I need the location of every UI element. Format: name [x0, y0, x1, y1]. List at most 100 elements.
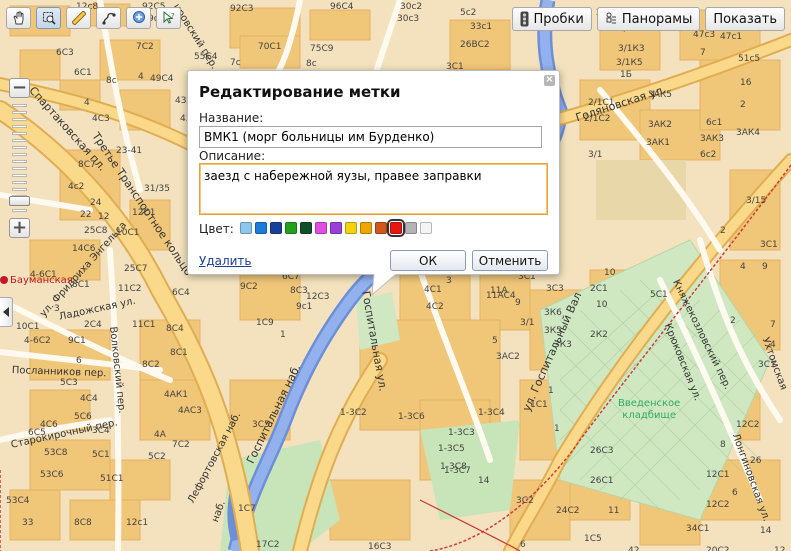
color-swatch[interactable] [375, 222, 387, 234]
building-number: 53С6 [40, 470, 64, 480]
add-placemark-tool-button[interactable] [126, 7, 151, 29]
building-number: 5С2 [148, 452, 166, 462]
color-swatch[interactable] [360, 222, 372, 234]
magnifier-icon [42, 12, 56, 25]
svg-text:?: ? [171, 12, 175, 20]
building-number: 1-3С4 [478, 408, 505, 418]
close-icon[interactable]: × [544, 75, 555, 86]
building-number: 1 [554, 424, 560, 434]
building-number: 3/1 [588, 150, 603, 160]
building-number: 1-3С5 [438, 444, 465, 454]
building-number: 4-6С1 [30, 270, 57, 280]
show-button[interactable]: Показать [705, 7, 785, 31]
route-tool-button[interactable] [96, 7, 121, 29]
color-swatch[interactable] [255, 222, 267, 234]
color-swatch[interactable] [345, 222, 357, 234]
building-number: 26С1 [590, 476, 614, 486]
zoom-out-button[interactable]: − [9, 78, 30, 98]
building-number: 5С3 [60, 378, 78, 388]
building-number: 2 [720, 226, 726, 236]
color-swatch[interactable] [405, 222, 417, 234]
name-field[interactable]: ВМК1 (морг больницы им Бурденко) [199, 126, 542, 148]
show-button-label: Показать [713, 11, 777, 27]
building-number: 31/35 [144, 184, 170, 194]
building-number: 1С7 [238, 504, 256, 514]
side-panel-toggle[interactable] [0, 297, 13, 327]
building-number: 6с1 [706, 118, 723, 128]
building-number: 8С4 [166, 324, 184, 334]
building-number: 33с1 [470, 22, 493, 32]
building-number: 6С3 [56, 48, 74, 58]
building-number: 12 [98, 212, 110, 222]
description-field[interactable]: заезд с набережной яузы, правее заправки [199, 163, 548, 215]
building-number: 10 [604, 268, 616, 278]
ok-button[interactable]: ОК [390, 250, 466, 271]
zoom-control: − + [9, 78, 30, 238]
building-number: 12с1 [126, 518, 149, 528]
building-number: 12С1 [132, 208, 156, 218]
zoom-tick [12, 167, 27, 170]
building-number: 3 [446, 276, 452, 286]
color-label: Цвет: [199, 222, 234, 236]
color-swatch[interactable] [315, 222, 327, 234]
building-number: 2 [740, 100, 746, 110]
color-swatch[interactable] [300, 222, 312, 234]
building-number: 1-3С6 [398, 412, 425, 422]
color-swatch[interactable] [270, 222, 282, 234]
color-swatch[interactable] [240, 222, 252, 234]
zoom-tick [12, 139, 27, 142]
magnifier-tool-button[interactable] [36, 7, 61, 29]
edit-placemark-dialog: × Редактирование метки Название: ВМК1 (м… [187, 70, 560, 275]
building-number: 1С5 [584, 534, 602, 544]
building-number: 3/1К5 [616, 58, 643, 68]
building-number: 4АК1 [164, 390, 188, 400]
panoramas-button[interactable]: Панорамы [596, 7, 701, 31]
building-number: 3К5 [544, 326, 562, 336]
dialog-pointer [371, 274, 397, 296]
building-number: 75С9 [310, 44, 334, 54]
building-number: 3/15 [746, 196, 767, 206]
hand-icon [12, 11, 23, 25]
color-swatch[interactable] [330, 222, 342, 234]
color-swatch[interactable] [285, 222, 297, 234]
traffic-button[interactable]: Пробки [511, 7, 592, 31]
building-number: 11 [608, 506, 620, 516]
building-number: 2/1С1 [588, 98, 615, 108]
traffic-light-icon [520, 11, 529, 27]
ruler-tool-button[interactable] [66, 7, 91, 29]
building-number: 8С1 [170, 348, 188, 358]
building-number: 4С2 [426, 302, 444, 312]
building-number: 11АС4 [486, 291, 516, 301]
zoom-tick [12, 111, 27, 114]
cancel-button[interactable]: Отменить [472, 250, 548, 271]
building-number: 4АС3 [178, 406, 202, 416]
building-number: 1-3С3 [448, 428, 475, 438]
zoom-slider[interactable] [9, 100, 30, 216]
building-number: 10 [596, 300, 608, 310]
building-number: 9С2 [240, 282, 258, 292]
building-number: 9с1 [296, 302, 313, 312]
color-swatch[interactable] [420, 222, 432, 234]
name-label: Название: [199, 111, 264, 125]
zoom-slider-thumb[interactable] [9, 196, 30, 206]
delete-link[interactable]: Удалить [199, 254, 252, 268]
building-number: 34С1 [686, 524, 710, 534]
zoom-in-button[interactable]: + [9, 218, 30, 238]
building-number: 4С4 [80, 394, 98, 404]
hand-tool-button[interactable] [6, 7, 31, 29]
building-number: 14 [760, 526, 772, 536]
building-number: 22 [80, 210, 92, 220]
building-number: 6 [76, 356, 82, 366]
building-number: 47с3 [693, 30, 716, 40]
zoom-tick [12, 146, 27, 149]
building-number: 11С2 [118, 284, 142, 294]
building-number: 20С2 [706, 546, 730, 551]
building-number: 70С1 [258, 42, 282, 52]
info-cursor-tool-button[interactable]: ? [156, 7, 181, 29]
route-icon [101, 12, 116, 25]
building-number: 26ВС2 [460, 40, 490, 50]
color-swatch[interactable] [387, 219, 405, 237]
building-number: 1Б [620, 70, 632, 80]
metro-icon [0, 276, 8, 284]
ruler-icon [71, 11, 86, 25]
